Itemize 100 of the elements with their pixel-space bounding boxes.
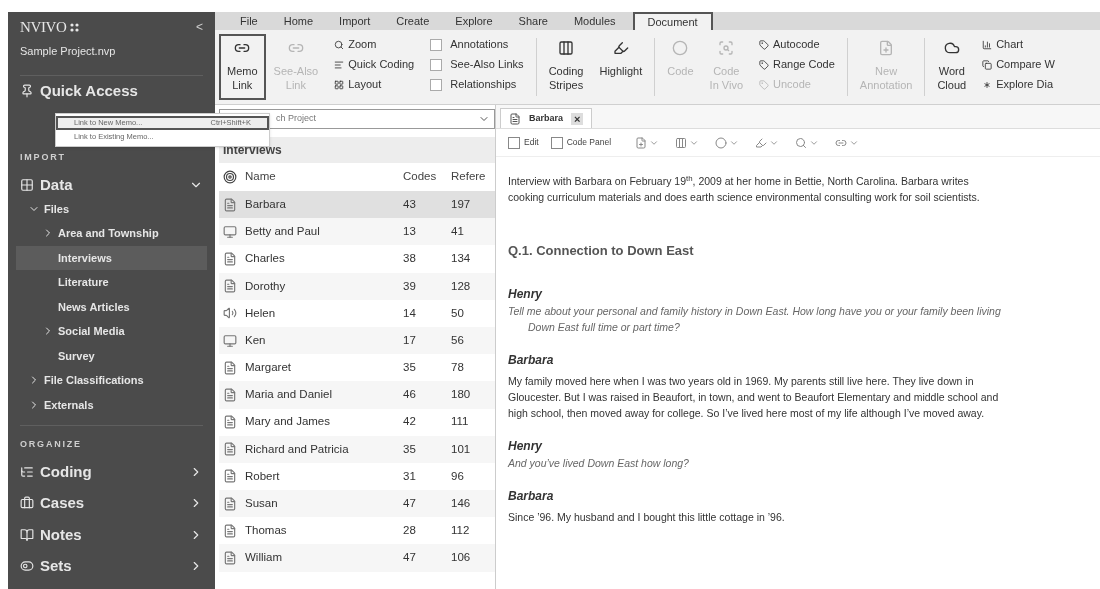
checkbox[interactable] bbox=[430, 58, 443, 71]
checkbox-label: Annotations bbox=[450, 37, 509, 53]
layout-icon bbox=[334, 79, 345, 90]
copy-icon bbox=[982, 59, 993, 70]
column-header[interactable]: Refere bbox=[451, 168, 495, 186]
checkbox[interactable] bbox=[550, 136, 563, 149]
collapse-button[interactable]: < bbox=[196, 18, 203, 37]
codes-count: 35 bbox=[403, 360, 417, 376]
tool-dropdown[interactable] bbox=[635, 136, 660, 149]
ribbon-tab[interactable]: Share bbox=[505, 12, 561, 30]
document-icon bbox=[223, 251, 237, 266]
document-icon bbox=[223, 387, 237, 402]
paragraph: Since ’96. My husband and I bought this little cottage in ’96. bbox=[508, 509, 786, 525]
codes-count: 43 bbox=[403, 196, 417, 212]
ribbon-tab[interactable]: Modules bbox=[560, 12, 629, 30]
checkbox-label: Code Panel bbox=[566, 136, 612, 149]
file-name: William bbox=[245, 550, 284, 566]
file-row[interactable]: Ken 17 56 bbox=[219, 326, 495, 355]
quick-access-link[interactable]: Quick Access bbox=[40, 80, 138, 103]
file-row[interactable]: Barbara 43 197 bbox=[219, 191, 495, 219]
ribbon-tab[interactable]: Create bbox=[383, 12, 443, 30]
file-name: Barbara bbox=[245, 196, 287, 212]
monitor-icon bbox=[223, 224, 237, 239]
file-name: Dorothy bbox=[245, 278, 287, 294]
references-count: 50 bbox=[451, 305, 465, 321]
ribbon-command[interactable]: Zoom bbox=[334, 36, 415, 53]
ribbon-tab[interactable]: Document bbox=[632, 12, 713, 30]
file-row[interactable]: Dorothy 39 128 bbox=[219, 272, 495, 300]
circle-icon bbox=[672, 40, 689, 56]
ribbon-tab[interactable]: Import bbox=[326, 12, 384, 30]
ribbon-tab[interactable]: Explore bbox=[442, 12, 506, 30]
chart-icon bbox=[982, 39, 993, 50]
toggle-icon bbox=[20, 559, 34, 574]
ribbon-command[interactable]: Autocode bbox=[759, 36, 835, 53]
ribbon-command[interactable]: Quick Coding bbox=[334, 56, 415, 73]
tree-item[interactable]: Literature bbox=[16, 270, 207, 295]
tree-item[interactable]: Social Media bbox=[16, 319, 207, 344]
section-heading: Q.1. Connection to Down East bbox=[508, 242, 695, 260]
nav-item[interactable]: Notes bbox=[40, 523, 82, 546]
ribbon-button[interactable]: Memo Link bbox=[219, 34, 266, 100]
ribbon-command[interactable]: Layout bbox=[334, 76, 415, 93]
file-name: Ken bbox=[245, 332, 267, 348]
file-row[interactable]: Susan 47 146 bbox=[219, 490, 495, 518]
references-count: 146 bbox=[451, 496, 472, 512]
tool-dropdown[interactable] bbox=[795, 136, 820, 149]
close-button[interactable]: × bbox=[571, 112, 584, 125]
file-row[interactable]: Maria and Daniel 46 180 bbox=[219, 381, 495, 409]
nav-item[interactable]: Cases bbox=[40, 492, 85, 515]
codes-count: 39 bbox=[403, 278, 417, 294]
ribbon-command[interactable]: Explore Dia bbox=[982, 76, 1055, 93]
list-title: Interviews bbox=[223, 142, 282, 159]
ribbon-button[interactable]: Highlight bbox=[591, 34, 651, 100]
checkbox[interactable] bbox=[508, 136, 520, 149]
document-icon bbox=[223, 415, 237, 430]
document-icon bbox=[223, 360, 237, 375]
file-plus-icon bbox=[878, 40, 895, 56]
stripes-icon bbox=[558, 40, 575, 56]
document-tab[interactable]: Barbara × bbox=[500, 108, 593, 128]
app-logo: NVIVO bbox=[20, 18, 67, 37]
speaker-name: Henry bbox=[508, 285, 544, 303]
checkbox-label: Edit bbox=[524, 136, 539, 149]
file-row[interactable]: William 47 106 bbox=[219, 544, 495, 572]
document-icon bbox=[223, 442, 237, 457]
book-icon bbox=[20, 527, 34, 542]
tree-item[interactable]: Externals bbox=[44, 396, 94, 413]
tree-item[interactable]: Area and Township bbox=[16, 221, 207, 246]
checkbox[interactable] bbox=[430, 78, 443, 91]
checkbox[interactable] bbox=[430, 38, 443, 51]
tree-item[interactable]: Files bbox=[44, 200, 70, 217]
tool-dropdown[interactable] bbox=[675, 136, 700, 149]
references-count: 56 bbox=[451, 332, 465, 348]
file-row[interactable]: Richard and Patricia 35 101 bbox=[219, 435, 495, 463]
ribbon-command[interactable]: Compare W bbox=[982, 56, 1055, 73]
tool-dropdown[interactable] bbox=[755, 136, 780, 149]
section-header: ORGANIZE bbox=[20, 438, 83, 451]
tree-item[interactable]: Survey bbox=[16, 343, 207, 368]
tree-item[interactable]: File Classifications bbox=[44, 372, 144, 389]
codes-count: 13 bbox=[403, 224, 417, 240]
tree-item[interactable]: News Articles bbox=[16, 294, 207, 319]
ribbon-command[interactable]: Chart bbox=[982, 36, 1055, 53]
tree-item[interactable]: Interviews bbox=[16, 245, 207, 270]
ribbon-command[interactable]: Range Code bbox=[759, 56, 835, 73]
tool-dropdown[interactable] bbox=[715, 136, 740, 149]
tag-icon bbox=[759, 39, 770, 50]
file-plus-icon bbox=[635, 136, 648, 149]
column-header[interactable]: Codes bbox=[403, 168, 451, 186]
ribbon-tab[interactable]: File bbox=[227, 12, 271, 30]
references-count: 41 bbox=[451, 224, 465, 240]
list-icon bbox=[20, 464, 34, 479]
codes-count: 35 bbox=[403, 441, 417, 457]
ribbon-tab[interactable]: Home bbox=[270, 12, 327, 30]
file-row[interactable]: Betty and Paul 13 41 bbox=[219, 218, 495, 246]
ribbon-button[interactable]: Coding Stripes bbox=[540, 34, 592, 100]
nav-item[interactable]: Data bbox=[40, 174, 73, 197]
nav-item[interactable]: Sets bbox=[40, 555, 72, 578]
ribbon-button[interactable]: Word Cloud bbox=[929, 34, 975, 100]
references-count: 106 bbox=[451, 550, 472, 566]
column-header[interactable]: Name bbox=[245, 168, 403, 186]
speaker-icon bbox=[223, 306, 237, 321]
nav-item[interactable]: Coding bbox=[40, 460, 92, 483]
